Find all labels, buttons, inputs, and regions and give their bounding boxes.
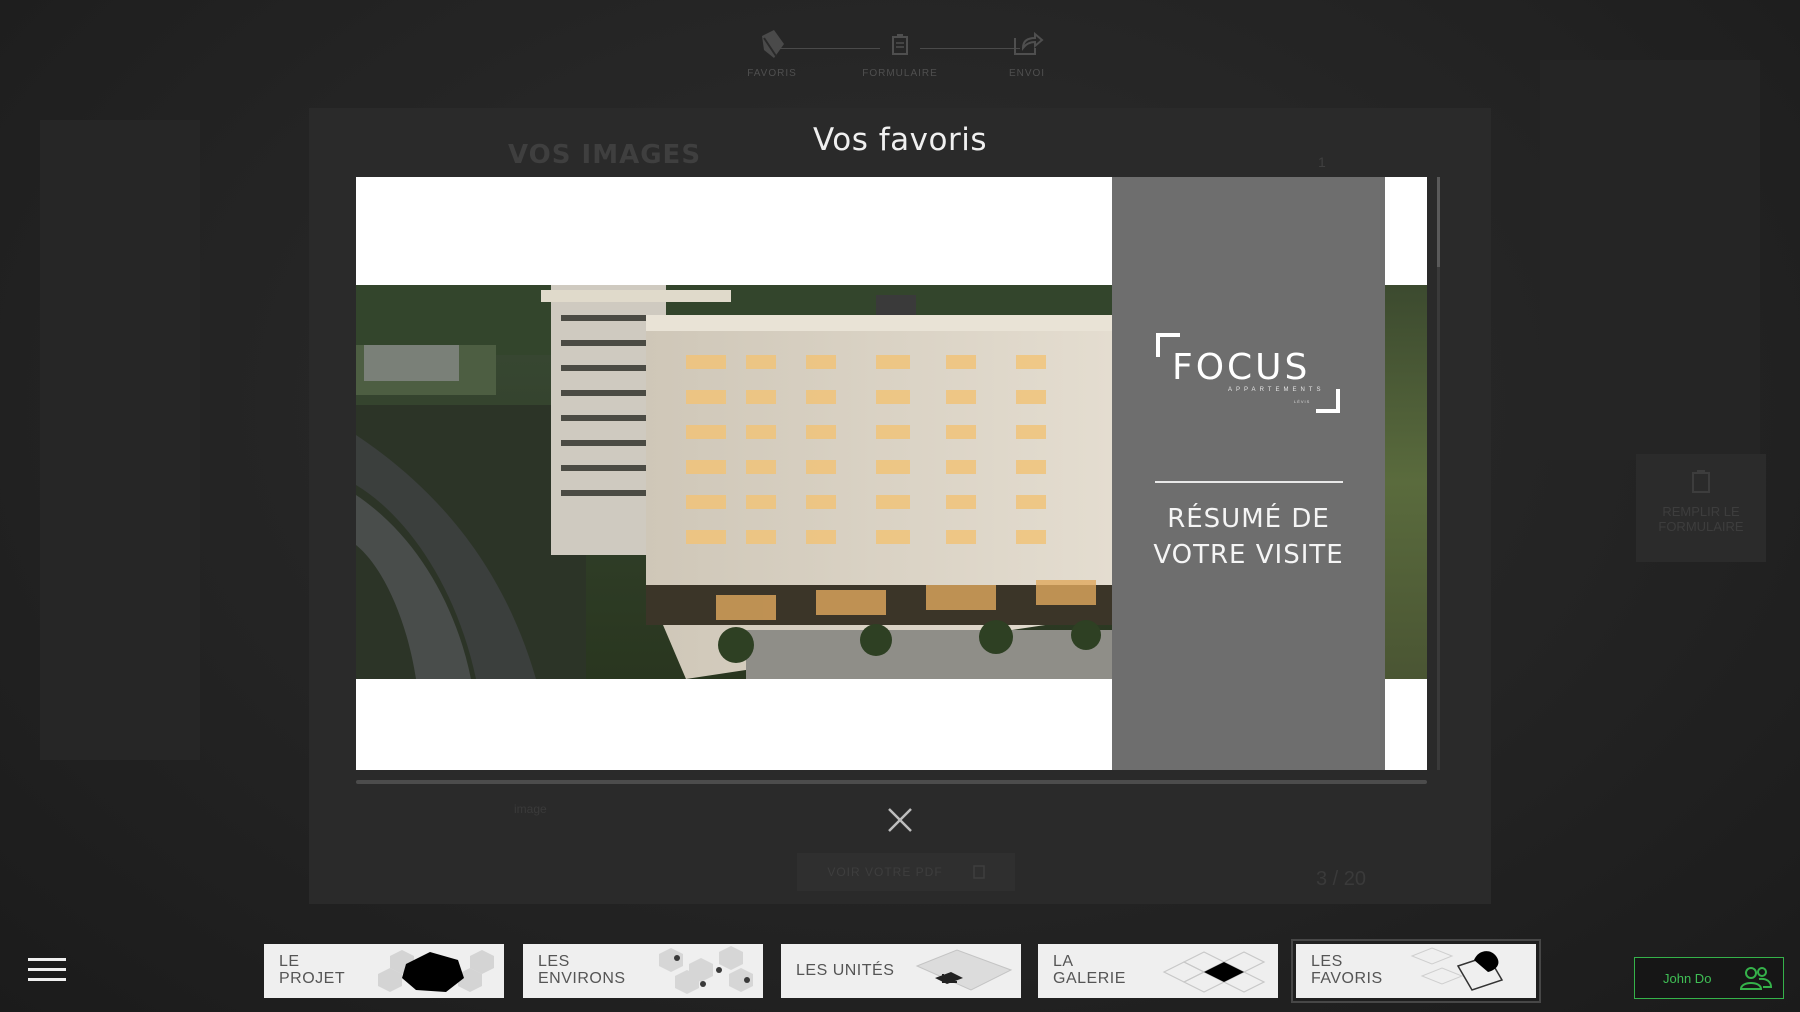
favorites-book-icon <box>1410 947 1504 991</box>
nav-label-line2: ENVIRONS <box>538 970 626 987</box>
nav-label-line1: LES <box>1311 953 1343 970</box>
nav-label-line2: FAVORIS <box>1311 970 1383 987</box>
summary-heading-line1: RÉSUMÉ DE <box>1167 504 1330 534</box>
view-pdf-button[interactable]: VOIR VOTRE PDF <box>797 853 1015 891</box>
nav-label-line1: LES <box>538 953 570 970</box>
pdf-icon <box>972 865 985 879</box>
summary-heading-line2: VOTRE VISITE <box>1153 540 1344 570</box>
nav-les-favoris[interactable]: LES FAVORIS <box>1291 939 1541 1003</box>
step-envoi[interactable]: ENVOI <box>982 26 1072 79</box>
visit-summary-panel: FOCUS APPARTEMENTS LÉVIS RÉSUMÉ DE VOTRE… <box>1112 177 1385 770</box>
logo-subtitle: APPARTEMENTS <box>1228 387 1325 393</box>
pagination: 3 / 20 <box>1316 868 1367 890</box>
nav-les-environs[interactable]: LES ENVIRONS <box>523 944 763 998</box>
surroundings-map-icon <box>659 946 753 994</box>
step-formulaire[interactable]: FORMULAIRE <box>855 26 945 79</box>
logo-city: LÉVIS <box>1294 399 1311 404</box>
progress-stepper: FAVORIS FORMULAIRE ENVOI <box>720 26 1080 96</box>
nav-la-galerie[interactable]: LA GALERIE <box>1038 944 1278 998</box>
step-label: ENVOI <box>1008 68 1046 79</box>
summary-heading: RÉSUMÉ DE VOTRE VISITE <box>1112 501 1385 573</box>
gallery-tile-icon <box>1162 951 1266 993</box>
background-decoration <box>40 120 200 760</box>
favorite-slide: FOCUS APPARTEMENTS LÉVIS RÉSUMÉ DE VOTRE… <box>356 177 1427 770</box>
fill-form-label-line1: REMPLIR LE <box>1662 504 1740 519</box>
focus-logo: FOCUS APPARTEMENTS LÉVIS <box>1156 333 1340 413</box>
logo-word: FOCUS <box>1172 347 1311 388</box>
next-slide-preview <box>1385 285 1427 679</box>
building-rendering-image <box>356 285 1112 679</box>
fill-form-button[interactable]: REMPLIR LE FORMULAIRE <box>1636 454 1766 562</box>
horizontal-scrollbar[interactable] <box>356 780 1427 784</box>
panel-item-label: image <box>514 802 547 816</box>
nav-les-unites[interactable]: LES UNITÉS <box>781 944 1021 998</box>
nav-label-line2: GALERIE <box>1053 970 1126 987</box>
view-pdf-label: VOIR VOTRE PDF <box>827 865 943 879</box>
close-icon[interactable] <box>884 804 916 836</box>
project-map-icon <box>378 950 494 992</box>
step-favoris[interactable]: FAVORIS <box>727 26 817 79</box>
clipboard-icon <box>892 34 908 55</box>
share-icon <box>1014 31 1044 55</box>
background-decoration <box>1540 60 1760 460</box>
nav-label-line1: LA <box>1053 953 1074 970</box>
nav-label-line2: PROJET <box>279 970 346 987</box>
nav-le-projet[interactable]: LE PROJET <box>264 944 504 998</box>
user-account-button[interactable]: John Do <box>1634 957 1784 999</box>
clipboard-icon <box>1692 470 1710 493</box>
modal-title: Vos favoris <box>812 122 987 158</box>
units-floor-icon <box>915 949 1013 991</box>
favorites-icon <box>762 30 784 58</box>
users-icon <box>1739 967 1773 990</box>
hamburger-menu-icon[interactable] <box>28 957 66 983</box>
divider <box>1155 481 1343 483</box>
vertical-scrollbar[interactable] <box>1437 177 1440 770</box>
user-name: John Do <box>1663 970 1712 986</box>
scrollbar-thumb[interactable] <box>1437 177 1440 267</box>
step-label: FORMULAIRE <box>862 68 938 79</box>
fill-form-label-line2: FORMULAIRE <box>1658 519 1744 534</box>
app-stage: FAVORIS FORMULAIRE ENVOI VOS IMAGES 1 im… <box>0 0 1800 1012</box>
nav-label-line1: LE <box>279 953 300 970</box>
step-label: FAVORIS <box>747 68 797 79</box>
